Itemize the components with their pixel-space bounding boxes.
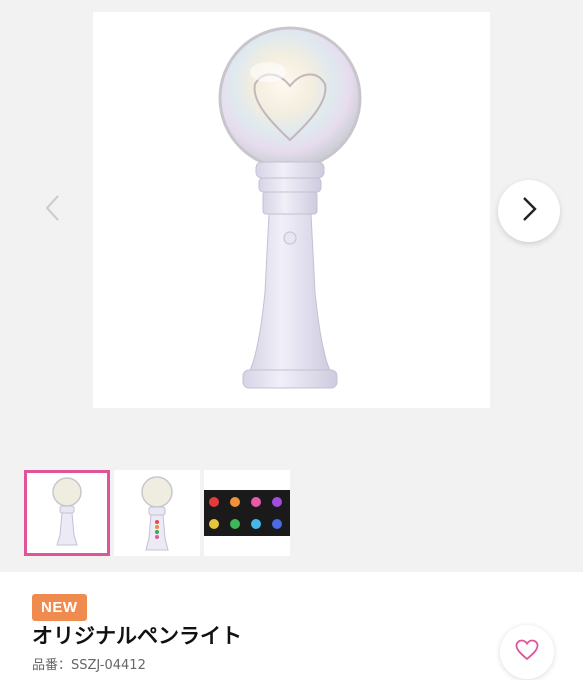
prev-image-button[interactable]	[36, 190, 70, 230]
product-gallery	[0, 0, 583, 452]
product-info: NEW オリジナルペンライト 品番：SSZJ-04412	[0, 572, 583, 680]
thumbnail-3[interactable]	[204, 470, 290, 556]
chevron-right-icon	[518, 195, 540, 227]
main-product-image[interactable]	[93, 12, 490, 408]
new-badge: NEW	[32, 594, 87, 621]
sku-value: SSZJ-04412	[71, 658, 146, 673]
thumbnail-strip	[0, 462, 583, 570]
next-image-button[interactable]	[498, 180, 560, 242]
sku-label: 品番：	[32, 658, 72, 673]
product-title: オリジナルペンライト	[32, 624, 242, 648]
favorite-button[interactable]	[500, 625, 554, 679]
thumbnail-1[interactable]	[24, 470, 110, 556]
thumbnail-2[interactable]	[114, 470, 200, 556]
chevron-left-icon	[43, 194, 63, 226]
product-sku: 品番：SSZJ-04412	[32, 657, 146, 675]
heart-icon	[515, 639, 539, 665]
